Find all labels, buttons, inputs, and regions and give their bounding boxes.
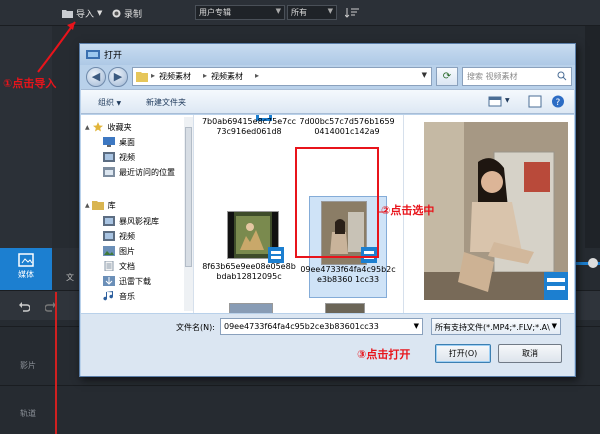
- nav-item-label: 库: [107, 200, 116, 210]
- file-item-mid-right[interactable]: 09ee4733f64fa4c95b2ce3b8360 1cc33: [300, 265, 396, 285]
- file-item-top-left[interactable]: 7b0ab69415e8c75e7cc73c916ed061d8: [201, 117, 297, 137]
- nav-item-label: 视频: [119, 231, 135, 241]
- nav-item-desktop[interactable]: 桌面: [103, 135, 183, 149]
- preview-pane-icon[interactable]: [528, 95, 542, 108]
- music-icon: [103, 291, 114, 301]
- new-folder-button[interactable]: 新建文件夹: [146, 97, 186, 108]
- dialog-titlebar[interactable]: 打开: [80, 44, 575, 65]
- open-button[interactable]: 打开(O): [435, 344, 491, 363]
- app-icon: [86, 50, 100, 59]
- file-thumbnail[interactable]: [229, 303, 273, 313]
- forward-button[interactable]: ▶: [108, 67, 128, 87]
- search-placeholder: 搜索 视频素材: [467, 72, 518, 81]
- breadcrumb-separator: ▸: [151, 71, 156, 80]
- file-thumbnail[interactable]: [325, 303, 365, 313]
- breadcrumb-separator: ▸: [255, 71, 260, 80]
- preview-image: [424, 122, 568, 300]
- cancel-button[interactable]: 取消: [498, 344, 562, 363]
- nav-item-label: 暴风影视库: [119, 216, 159, 226]
- back-arrow-icon: ◀: [91, 70, 101, 83]
- video-library-icon: [103, 152, 115, 162]
- star-icon: [92, 122, 103, 132]
- nav-item-label: 收藏夹: [107, 122, 132, 132]
- nav-item-videos-lib[interactable]: 视频: [103, 229, 183, 243]
- search-icon: [557, 71, 567, 81]
- nav-item-documents[interactable]: 文档: [103, 259, 183, 273]
- organize-button[interactable]: 组织 ▼: [98, 97, 121, 108]
- help-icon[interactable]: ?: [551, 95, 565, 108]
- nav-item-music[interactable]: 音乐: [103, 289, 183, 303]
- filename-input[interactable]: 09ee4733f64fa4c95b2ce3b83601cc33 ▼: [220, 318, 423, 335]
- filename-label: 文件名(N):: [176, 323, 215, 332]
- search-input[interactable]: 搜索 视频素材: [462, 67, 572, 86]
- chevron-down-icon[interactable]: ▼: [505, 97, 510, 104]
- nav-item-label: 音乐: [119, 291, 135, 301]
- breadcrumb-item[interactable]: 视频素材: [159, 71, 191, 82]
- file-item-mid-left[interactable]: 8f63b65e9ee08e05e8bbdab12812095c: [201, 262, 297, 282]
- new-folder-label: 新建文件夹: [146, 98, 186, 107]
- address-bar[interactable]: ▸ 视频素材 ▸ 视频素材 ▸ ▼: [132, 67, 432, 86]
- filetype-value: 所有支持文件(*.MP4;*.FLV;*.A\: [435, 323, 550, 332]
- annotation-step2: ②点击选中: [381, 204, 435, 217]
- nav-item-videos[interactable]: 视频: [103, 150, 183, 164]
- filetype-select[interactable]: 所有支持文件(*.MP4;*.FLV;*.A\ ▼: [431, 318, 561, 335]
- refresh-button[interactable]: ⟳: [436, 67, 458, 86]
- dialog-bottom: 文件名(N): 09ee4733f64fa4c95b2ce3b83601cc33…: [81, 314, 574, 376]
- video-library-icon: [103, 216, 115, 226]
- download-icon: [103, 276, 115, 286]
- breadcrumb-separator: ▸: [203, 71, 208, 80]
- nav-item-label: 桌面: [119, 137, 135, 147]
- breadcrumb-item[interactable]: 视频素材: [211, 71, 243, 82]
- recent-icon: [103, 167, 115, 177]
- file-item-top-right[interactable]: 7d00bc57c7d576b16590414001c142a9: [299, 117, 395, 137]
- folder-icon: [136, 72, 148, 82]
- nav-item-label: 视频: [119, 152, 135, 162]
- nav-item-label: 迅雷下载: [119, 276, 151, 286]
- video-file-icon: [268, 247, 284, 263]
- address-row: ◀ ▶ ▸ 视频素材 ▸ 视频素材 ▸ ▼ ⟳ 搜索 视频素材: [84, 66, 572, 88]
- organize-label: 组织: [98, 98, 114, 107]
- nav-item-baofeng[interactable]: 暴风影视库: [103, 214, 183, 228]
- documents-icon: [104, 261, 114, 271]
- nav-item-label: 图片: [119, 246, 135, 256]
- nav-item-recent[interactable]: 最近访问的位置: [103, 165, 183, 179]
- dialog-title: 打开: [104, 51, 123, 61]
- forward-arrow-icon: ▶: [113, 70, 123, 83]
- refresh-icon: ⟳: [442, 71, 452, 82]
- chevron-down-icon[interactable]: ▼: [422, 71, 427, 79]
- chevron-down-icon: ▼: [551, 322, 557, 330]
- annotation-step3: ③点击打开: [357, 348, 411, 361]
- annotation-highlight-box: [295, 147, 379, 258]
- annotation-step1: ①点击导入: [3, 77, 57, 90]
- pictures-icon: [103, 246, 115, 256]
- expand-icon: ▲: [85, 123, 90, 131]
- back-button[interactable]: ◀: [86, 67, 106, 87]
- navigation-pane: ▲ 收藏夹 桌面 视频 最近访问的位置 ▲ 库 暴风影视库 视频 图片 文档 迅…: [81, 115, 194, 313]
- nav-item-label: 最近访问的位置: [119, 167, 175, 177]
- svg-text:?: ?: [556, 98, 561, 108]
- expand-icon: ▲: [85, 201, 90, 209]
- library-icon: [91, 201, 104, 210]
- filename-value: 09ee4733f64fa4c95b2ce3b83601cc33: [224, 322, 379, 331]
- nav-scroll-thumb[interactable]: [185, 127, 192, 267]
- video-library-icon: [103, 231, 115, 241]
- view-options-icon[interactable]: [488, 95, 502, 108]
- nav-item-libraries[interactable]: ▲ 库: [85, 198, 183, 212]
- nav-item-downloads[interactable]: 迅雷下载: [103, 274, 183, 288]
- nav-item-label: 文档: [119, 261, 135, 271]
- command-bar: 组织 ▼ 新建文件夹 ▼ ?: [81, 89, 574, 114]
- cancel-button-label: 取消: [522, 349, 538, 358]
- video-file-icon: [544, 272, 568, 300]
- nav-item-pictures[interactable]: 图片: [103, 244, 183, 258]
- nav-scrollbar[interactable]: [184, 117, 193, 311]
- desktop-icon: [103, 137, 115, 147]
- chevron-down-icon: ▼: [116, 100, 122, 107]
- chevron-down-icon[interactable]: ▼: [414, 322, 419, 330]
- open-button-label: 打开(O): [448, 349, 478, 358]
- nav-item-favorites[interactable]: ▲ 收藏夹: [85, 120, 183, 134]
